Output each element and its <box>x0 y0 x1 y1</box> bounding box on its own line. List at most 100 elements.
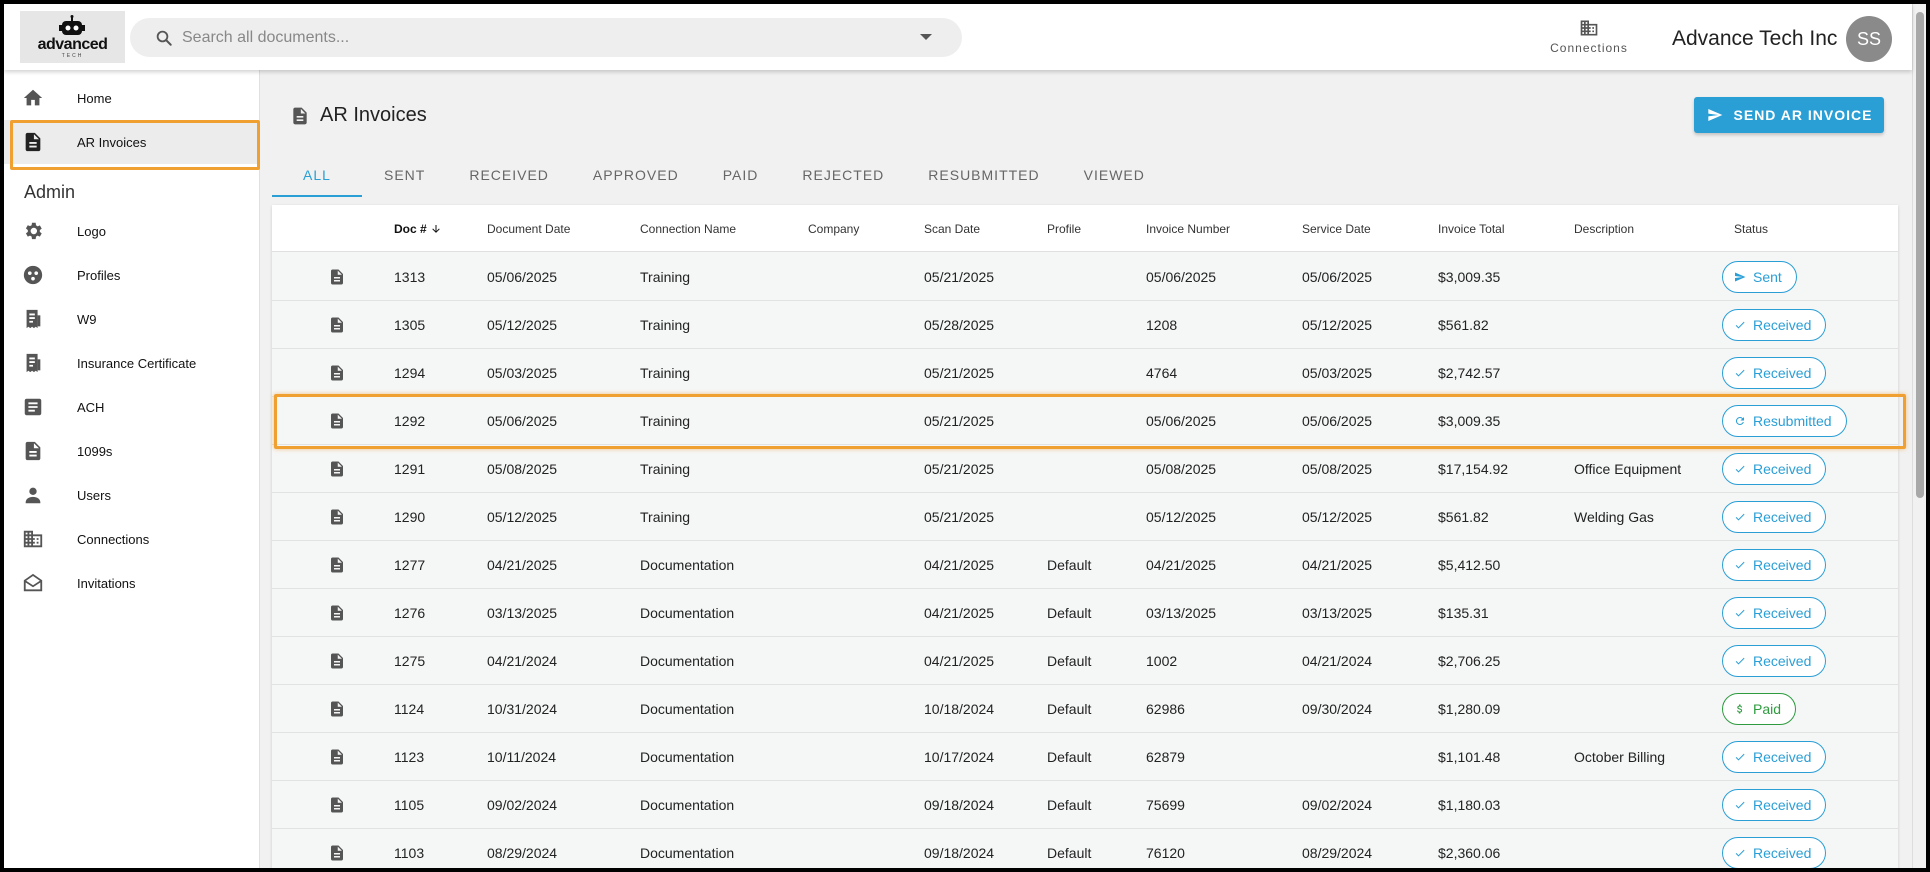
connections-button[interactable]: Connections <box>1542 18 1636 62</box>
tab-approved[interactable]: APPROVED <box>571 152 701 197</box>
status-badge[interactable]: Received <box>1722 309 1827 341</box>
check-icon <box>1735 321 1745 329</box>
tab-rejected[interactable]: REJECTED <box>780 152 906 197</box>
status-badge-label: Received <box>1753 509 1812 525</box>
table-row[interactable]: 1105 09/02/2024 Documentation 09/18/2024 Def… <box>272 781 1898 829</box>
document-icon[interactable] <box>328 795 346 815</box>
status-badge[interactable]: Received <box>1722 453 1827 485</box>
sidebar-item-invitations[interactable]: Invitations <box>4 561 260 605</box>
column-header-description[interactable]: Description <box>1574 222 1634 236</box>
cell-document-date: 08/29/2024 <box>487 845 558 861</box>
status-badge[interactable]: Received <box>1722 357 1827 389</box>
status-badge[interactable]: Received <box>1722 597 1827 629</box>
document-icon[interactable] <box>328 459 346 479</box>
cell-invoice-number: 75699 <box>1146 797 1185 813</box>
status-badge[interactable]: Received <box>1722 741 1827 773</box>
tab-resubmitted[interactable]: RESUBMITTED <box>906 152 1061 197</box>
table-row[interactable]: 1123 10/11/2024 Documentation 10/17/2024 Def… <box>272 733 1898 781</box>
table-row[interactable]: 1276 03/13/2025 Documentation 04/21/2025 Def… <box>272 589 1898 637</box>
tab-received[interactable]: RECEIVED <box>447 152 571 197</box>
table-row[interactable]: 1313 05/06/2025 Training 05/21/2025 05/06/20… <box>272 253 1898 301</box>
column-header-invoice-total[interactable]: Invoice Total <box>1438 222 1505 236</box>
document-icon[interactable] <box>328 747 346 767</box>
sidebar-item-insurance-certificate[interactable]: Insurance Certificate <box>4 341 260 385</box>
cell-invoice-number: 04/21/2025 <box>1146 557 1217 573</box>
sidebar-item-w9[interactable]: W9 <box>4 297 260 341</box>
column-header-scan-date[interactable]: Scan Date <box>924 222 980 236</box>
status-badge[interactable]: Received <box>1722 645 1827 677</box>
company-name: Advance Tech Inc <box>1672 27 1838 50</box>
cell-profile: Default <box>1047 845 1092 861</box>
status-badge-label: Received <box>1753 461 1812 477</box>
table-row[interactable]: 1103 08/29/2024 Documentation 09/18/2024 Def… <box>272 829 1898 868</box>
status-badge[interactable]: Received <box>1722 789 1827 821</box>
search-dropdown-arrow-icon[interactable] <box>920 34 932 40</box>
send-ar-invoice-button[interactable]: SEND AR INVOICE <box>1694 97 1884 133</box>
cell-invoice-total: $561.82 <box>1438 509 1489 525</box>
document-icon[interactable] <box>328 507 346 527</box>
sidebar-item-logo[interactable]: Logo <box>4 209 260 253</box>
document-icon[interactable] <box>328 843 346 863</box>
cell-invoice-number: 76120 <box>1146 845 1185 861</box>
status-badge-label: Received <box>1753 653 1812 669</box>
status-badge[interactable]: Received <box>1722 837 1827 868</box>
tab-all[interactable]: ALL <box>272 152 362 197</box>
document-icon[interactable] <box>328 363 346 383</box>
column-header-doc[interactable]: Doc # <box>394 222 442 236</box>
document-icon[interactable] <box>328 315 346 335</box>
sidebar-item-1099s[interactable]: 1099s <box>4 429 260 473</box>
cell-document-date: 05/03/2025 <box>487 365 558 381</box>
sidebar-item-profiles[interactable]: Profiles <box>4 253 260 297</box>
search-input[interactable] <box>182 28 882 47</box>
column-header-invoice-number[interactable]: Invoice Number <box>1146 222 1230 236</box>
cell-connection-name: Documentation <box>640 797 735 813</box>
table-row[interactable]: 1291 05/08/2025 Training 05/21/2025 05/08/20… <box>272 445 1898 493</box>
status-badge[interactable]: Paid <box>1722 693 1797 725</box>
sidebar-item-users[interactable]: Users <box>4 473 260 517</box>
column-header-document-date[interactable]: Document Date <box>487 222 570 236</box>
scrollbar[interactable] <box>1912 4 1926 868</box>
column-header-service-date[interactable]: Service Date <box>1302 222 1371 236</box>
document-icon[interactable] <box>328 699 346 719</box>
document-icon[interactable] <box>328 555 346 575</box>
tab-paid[interactable]: PAID <box>701 152 781 197</box>
cell-profile: Default <box>1047 557 1092 573</box>
status-badge[interactable]: Received <box>1722 549 1827 581</box>
status-badge[interactable]: Received <box>1722 501 1827 533</box>
logo-text: advanced <box>37 36 108 53</box>
cell-scan-date: 09/18/2024 <box>924 797 995 813</box>
company-logo[interactable]: advanced TECH <box>20 11 125 63</box>
cell-connection-name: Documentation <box>640 701 735 717</box>
table-row[interactable]: 1277 04/21/2025 Documentation 04/21/2025 Def… <box>272 541 1898 589</box>
sidebar-item-ach[interactable]: ACH <box>4 385 260 429</box>
cell-invoice-number: 1002 <box>1146 653 1178 669</box>
cell-scan-date: 05/21/2025 <box>924 509 995 525</box>
cell-invoice-total: $561.82 <box>1438 317 1489 333</box>
document-icon[interactable] <box>328 267 346 287</box>
column-header-company[interactable]: Company <box>808 222 859 236</box>
column-header-connection-name[interactable]: Connection Name <box>640 222 736 236</box>
sidebar-item-connections[interactable]: Connections <box>4 517 260 561</box>
document-icon[interactable] <box>328 603 346 623</box>
logo-subtext: TECH <box>61 53 84 59</box>
table-row[interactable]: 1275 04/21/2024 Documentation 04/21/2025 Def… <box>272 637 1898 685</box>
table-row[interactable]: 1294 05/03/2025 Training 05/21/2025 4764 05/0… <box>272 349 1898 397</box>
search-bar[interactable] <box>130 18 962 57</box>
column-header-profile[interactable]: Profile <box>1047 222 1081 236</box>
scrollbar-thumb[interactable] <box>1916 12 1924 498</box>
column-header-status[interactable]: Status <box>1734 222 1768 236</box>
table-row[interactable]: 1290 05/12/2025 Training 05/21/2025 05/12/20… <box>272 493 1898 541</box>
tab-sent[interactable]: SENT <box>362 152 447 197</box>
table-row[interactable]: 1305 05/12/2025 Training 05/28/2025 1208 05/1… <box>272 301 1898 349</box>
sidebar-item-home[interactable]: Home <box>4 76 260 120</box>
tab-viewed[interactable]: VIEWED <box>1062 152 1167 197</box>
table-row[interactable]: 1124 10/31/2024 Documentation 10/18/2024 Def… <box>272 685 1898 733</box>
avatar[interactable]: SS <box>1846 16 1892 62</box>
check-icon <box>1735 753 1745 761</box>
receipt-icon <box>26 353 41 373</box>
document-icon[interactable] <box>328 651 346 671</box>
cell-document-date: 05/12/2025 <box>487 509 558 525</box>
cell-profile: Default <box>1047 701 1092 717</box>
invoices-table: Doc # Document Date Connection Name Comp… <box>272 205 1898 868</box>
status-badge[interactable]: Sent <box>1722 261 1797 293</box>
